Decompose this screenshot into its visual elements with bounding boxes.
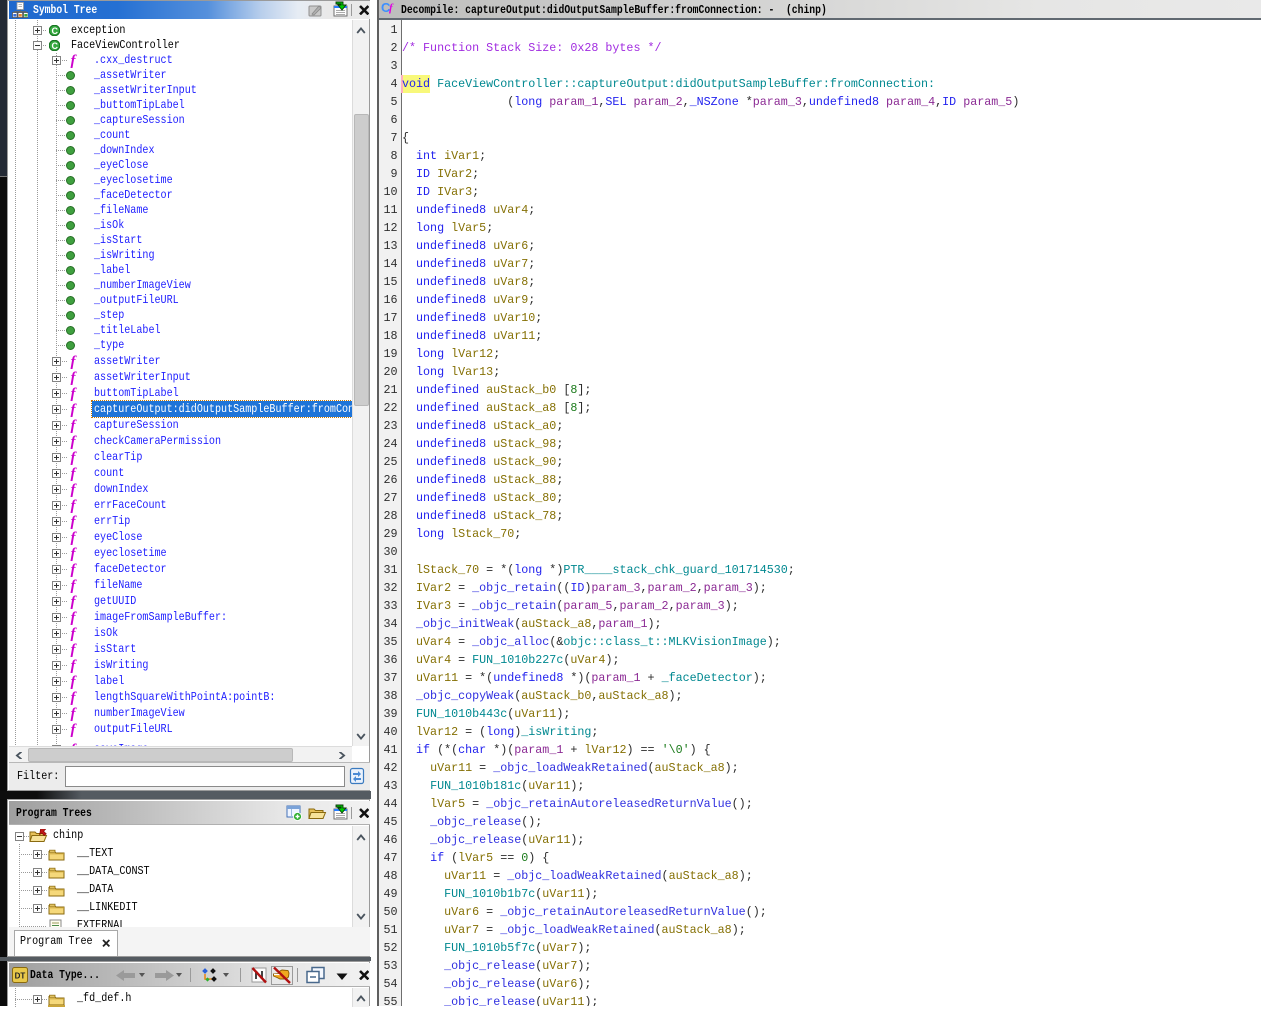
- svg-text:f: f: [71, 610, 78, 625]
- svg-text:f: f: [71, 546, 78, 561]
- svg-text:DT: DT: [15, 972, 26, 981]
- svg-text:f: f: [71, 402, 78, 417]
- svg-text:f: f: [71, 370, 78, 385]
- svg-text:f: f: [71, 626, 78, 641]
- svg-text:f: f: [71, 530, 78, 545]
- svg-text:f: f: [71, 594, 78, 609]
- svg-text:C: C: [51, 40, 58, 50]
- svg-text:f: f: [71, 514, 78, 529]
- svg-text:f: f: [71, 562, 78, 577]
- svg-text:f: f: [71, 658, 78, 673]
- svg-text:f: f: [71, 53, 78, 68]
- svg-text:f: f: [71, 354, 78, 369]
- svg-text:f: f: [71, 706, 78, 721]
- svg-text:f: f: [71, 642, 78, 657]
- svg-text:f: f: [71, 482, 78, 497]
- svg-text:f: f: [71, 418, 78, 433]
- svg-text:f: f: [71, 434, 78, 449]
- svg-text:f: f: [71, 674, 78, 689]
- svg-text:f: f: [71, 722, 78, 737]
- svg-text:C: C: [51, 25, 58, 35]
- svg-text:f: f: [71, 450, 78, 465]
- svg-text:f: f: [71, 690, 78, 705]
- svg-text:f: f: [71, 386, 78, 401]
- svg-text:f: f: [71, 498, 78, 513]
- svg-text:f: f: [71, 466, 78, 481]
- svg-text:f: f: [71, 578, 78, 593]
